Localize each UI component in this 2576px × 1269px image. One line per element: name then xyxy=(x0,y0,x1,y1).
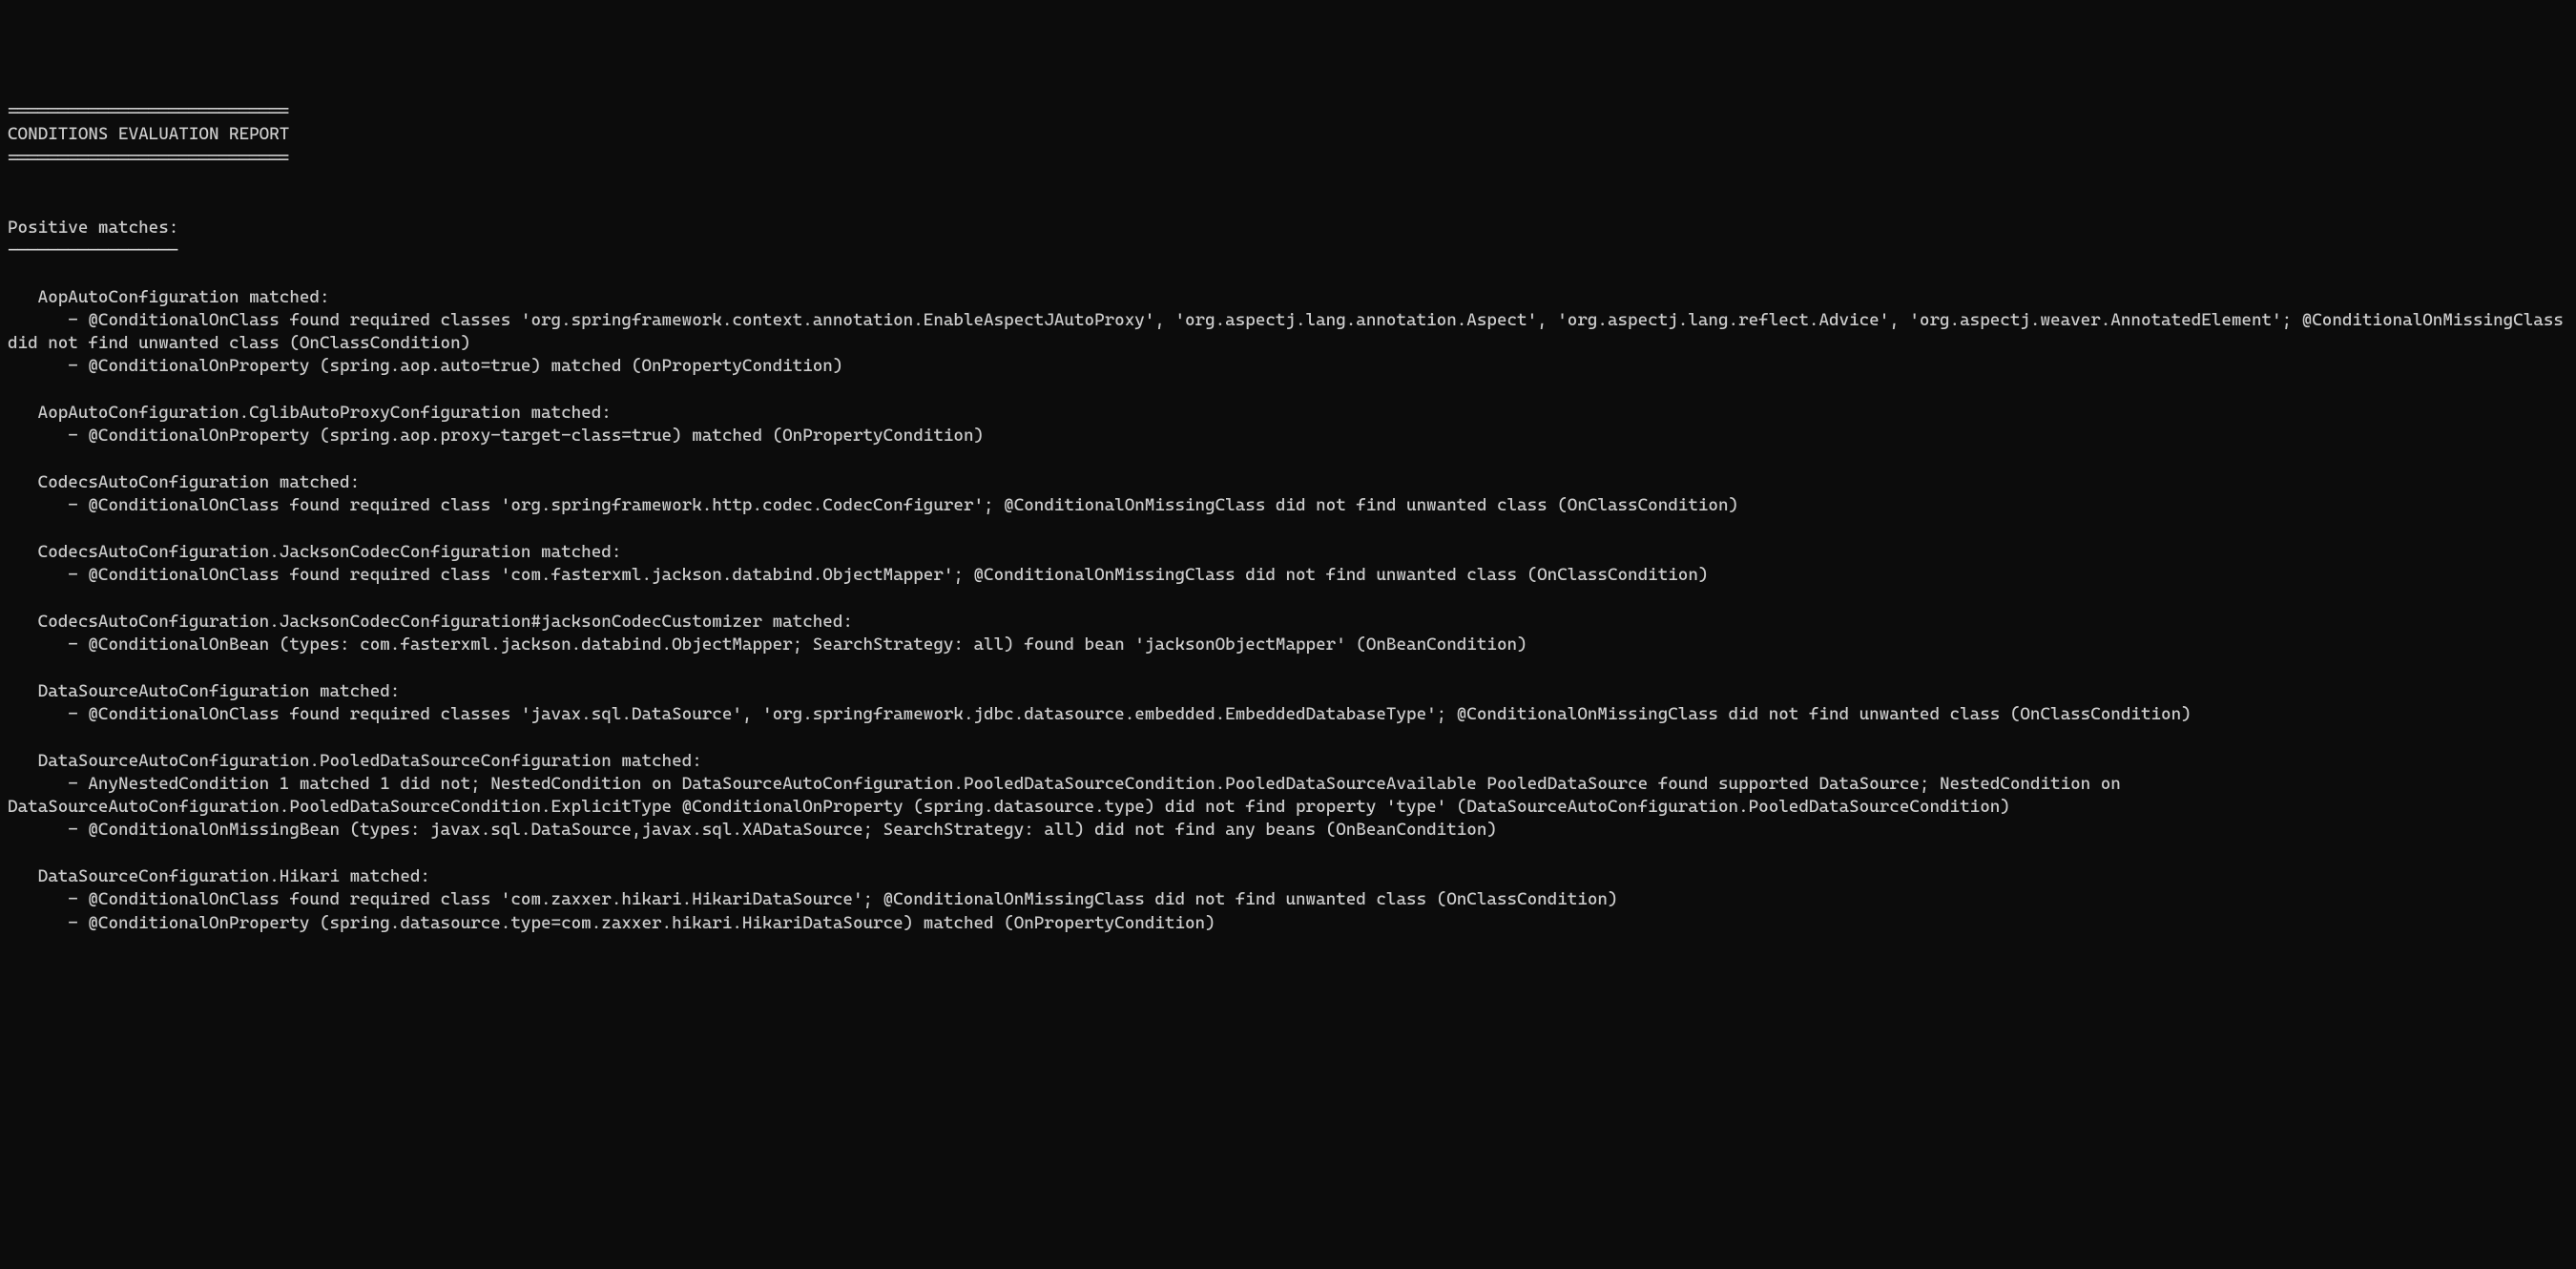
terminal-output[interactable]: ============================ CONDITIONS … xyxy=(8,100,2568,958)
